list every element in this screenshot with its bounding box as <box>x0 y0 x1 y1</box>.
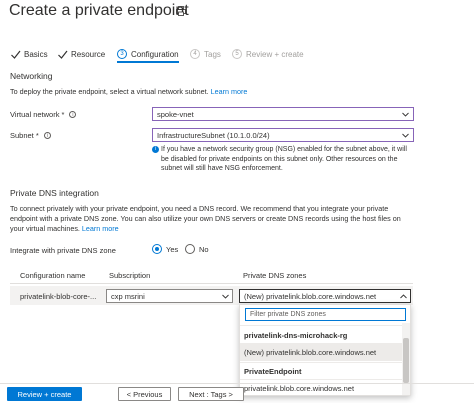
tab-label: Resource <box>71 49 106 59</box>
previous-button[interactable]: < Previous <box>118 387 171 401</box>
virtual-network-select[interactable]: spoke-vnet <box>152 107 414 121</box>
chevron-down-icon <box>402 133 409 138</box>
tab-label: Basics <box>24 49 48 59</box>
radio-label: Yes <box>166 244 179 254</box>
dns-description-text: your virtual machines. <box>10 224 80 233</box>
private-dns-zone-select[interactable]: (New) privatelink.blob.core.windows.net <box>239 289 411 303</box>
tab-label: Review + create <box>246 49 304 59</box>
divider <box>240 325 402 326</box>
radio-circle <box>152 244 162 254</box>
vnet-label-text: Virtual network * <box>10 110 65 119</box>
subscription-value: cxp msrini <box>111 291 145 301</box>
info-icon[interactable]: i <box>43 132 51 139</box>
dns-description: To connect privately with your private e… <box>10 204 401 234</box>
chevron-down-icon <box>222 294 229 299</box>
radio-label: No <box>199 244 209 254</box>
dropdown-scrollbar-thumb[interactable] <box>403 338 409 383</box>
tab-resource[interactable]: Resource <box>57 45 105 63</box>
networking-heading: Networking <box>10 71 53 81</box>
dns-description-line: your virtual machines. Learn more <box>10 224 401 234</box>
footer-divider <box>0 383 474 384</box>
nsg-info-line: If you have a network security group (NS… <box>161 146 407 153</box>
integrate-yes-radio[interactable]: Yes <box>152 244 178 254</box>
dns-heading: Private DNS integration <box>10 188 99 198</box>
networking-learn-more-link[interactable]: Learn more <box>211 87 248 96</box>
chevron-down-icon <box>402 112 409 117</box>
grid-divider <box>10 283 413 284</box>
dns-zone-value: (New) privatelink.blob.core.windows.net <box>244 291 377 301</box>
checkmark-icon <box>11 50 21 59</box>
divider <box>240 362 402 363</box>
subnet-label-text: Subnet * <box>10 131 39 140</box>
next-button[interactable]: Next : Tags > <box>178 387 244 401</box>
vnet-label: Virtual network * i <box>10 110 77 119</box>
tab-basics[interactable]: Basics <box>10 45 48 63</box>
info-icon[interactable]: i <box>69 111 77 118</box>
dropdown-group-header: privatelink-dns-microhack-rg <box>244 331 348 340</box>
subnet-select[interactable]: InfrastructureSubnet (10.1.0.0/24) <box>152 128 414 142</box>
info-icon: i <box>152 146 159 153</box>
nsg-info-line: be disabled for private endpoints on thi… <box>161 155 398 163</box>
tab-review-create[interactable]: 5 Review + create <box>232 45 304 63</box>
nsg-info-line: subnet will still have NSG enforcement. <box>161 165 283 172</box>
dns-description-line: To connect privately with your private e… <box>10 204 389 213</box>
active-tab-indicator <box>117 61 179 63</box>
subnet-label: Subnet * i <box>10 131 51 140</box>
radio-circle <box>185 244 195 254</box>
step-number: 5 <box>232 49 242 59</box>
integrate-no-radio[interactable]: No <box>185 244 209 254</box>
column-header-private-dns-zones: Private DNS zones <box>243 271 307 280</box>
tab-label: Configuration <box>131 49 179 59</box>
review-create-button[interactable]: Review + create <box>7 387 82 401</box>
dns-zone-filter-input[interactable]: Filter private DNS zones <box>245 308 406 321</box>
page-title: Create a private endpoint <box>9 2 189 19</box>
dropdown-option[interactable]: (New) privatelink.blob.core.windows.net <box>240 344 402 361</box>
step-number: 4 <box>190 49 200 59</box>
column-header-subscription: Subscription <box>109 271 151 280</box>
wizard-tabs: Basics Resource 3 Configuration 4 Tags 5… <box>0 45 474 65</box>
tab-label: Tags <box>204 49 221 59</box>
subscription-select[interactable]: cxp msrini <box>106 289 233 303</box>
nsg-info-message: i If you have a network security group (… <box>152 145 414 174</box>
dns-learn-more-link[interactable]: Learn more <box>82 224 119 233</box>
chevron-up-icon <box>400 294 407 299</box>
integrate-dns-label: Integrate with private DNS zone <box>10 246 116 255</box>
dropdown-group-header: PrivateEndpoint <box>244 367 302 376</box>
print-icon[interactable] <box>176 6 186 16</box>
networking-description-text: To deploy the private endpoint, select a… <box>10 87 209 96</box>
dns-description-line: endpoint with a private DNS zone. You ca… <box>10 214 401 223</box>
config-name-cell: privatelink-blob-core-... <box>20 292 97 301</box>
vnet-value: spoke-vnet <box>157 109 194 119</box>
subnet-value: InfrastructureSubnet (10.1.0.0/24) <box>157 130 270 140</box>
tab-tags[interactable]: 4 Tags <box>190 45 221 63</box>
networking-description: To deploy the private endpoint, select a… <box>10 87 247 97</box>
column-header-configuration-name: Configuration name <box>20 271 86 280</box>
step-number: 3 <box>117 49 127 59</box>
checkmark-icon <box>58 50 68 59</box>
